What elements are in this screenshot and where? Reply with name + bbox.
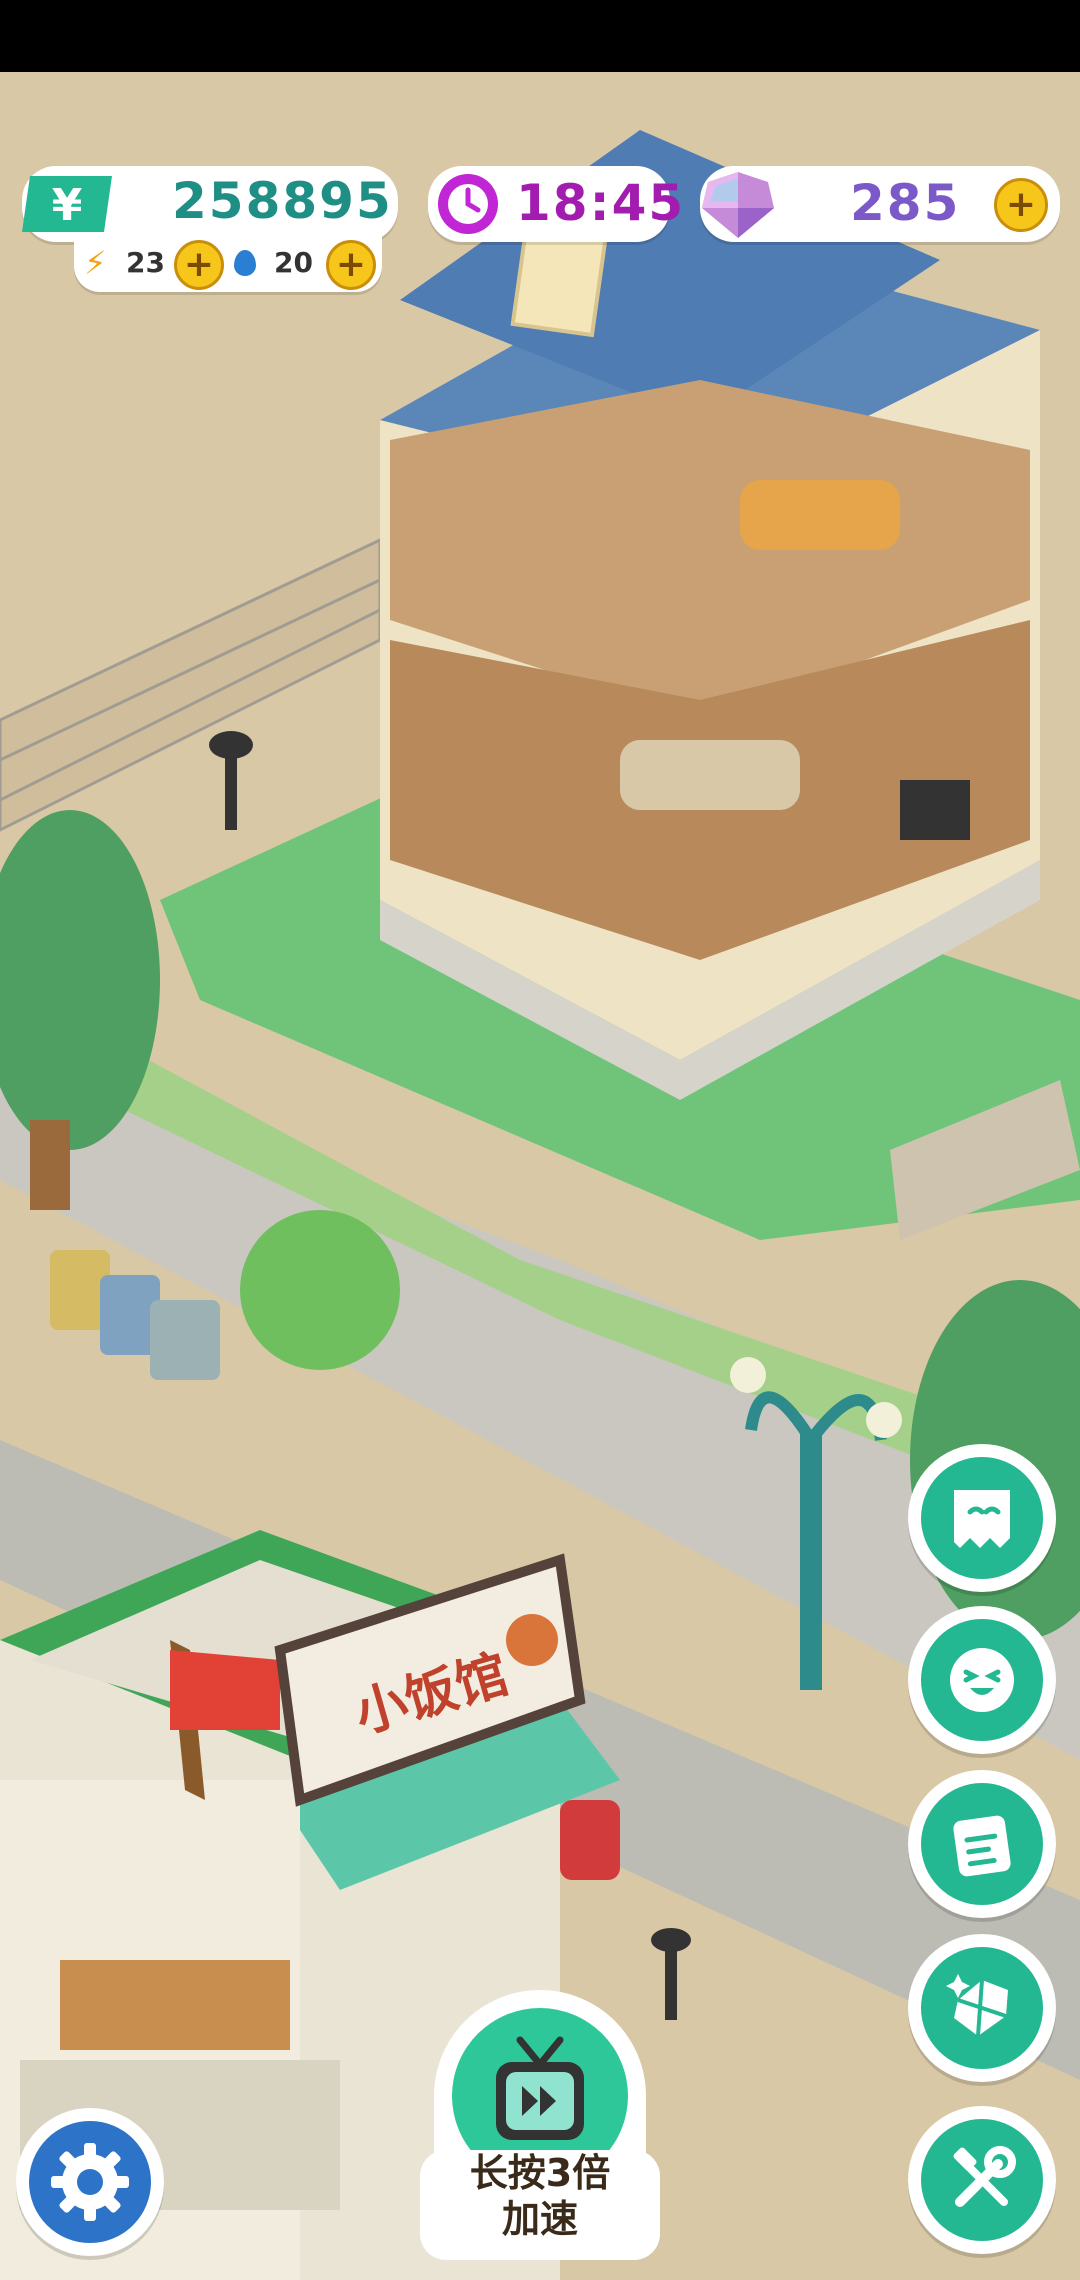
add-energy-button[interactable]: + — [174, 240, 224, 290]
water-value: 20 — [274, 246, 313, 279]
chat-button[interactable] — [908, 1444, 1056, 1592]
money-value: 258895 — [172, 172, 393, 230]
gem-icon — [696, 168, 780, 242]
speed-up-button[interactable]: 长按3倍 加速 — [420, 1990, 660, 2260]
diamond-button[interactable] — [908, 1934, 1056, 2082]
ghost-chat-icon — [954, 1490, 1010, 1548]
game-clock: 18:45 — [428, 166, 683, 242]
water-drop-icon — [234, 250, 256, 276]
add-gems-button[interactable]: + — [994, 178, 1048, 232]
notepad-icon — [953, 1815, 1011, 1877]
energy-value: 23 — [126, 246, 165, 279]
diamond-icon — [946, 1974, 1008, 2037]
money-counter[interactable]: ¥ 258895 — [22, 166, 398, 242]
speed-label-line2: 加速 — [501, 2197, 578, 2241]
clock-icon — [434, 170, 502, 238]
tv-fast-forward-icon — [496, 2036, 584, 2140]
build-button[interactable] — [908, 2106, 1056, 2254]
gem-counter[interactable]: 285 + — [700, 166, 1060, 242]
gear-icon — [51, 2143, 129, 2221]
game-scene — [0, 72, 1080, 2280]
tools-icon — [953, 2146, 1016, 2207]
resource-bar: ⚡ 23 + 20 + — [74, 236, 382, 292]
svg-text:¥: ¥ — [52, 180, 83, 231]
tasks-button[interactable] — [908, 1770, 1056, 1918]
add-water-button[interactable]: + — [326, 240, 376, 290]
yuan-icon: ¥ — [20, 170, 116, 238]
lightning-icon: ⚡ — [84, 244, 107, 282]
speed-label-line1: 长按3倍 — [469, 2151, 611, 2195]
emotion-button[interactable] — [908, 1606, 1056, 1754]
settings-button[interactable] — [16, 2108, 164, 2256]
gem-value: 285 — [850, 174, 961, 232]
emoji-face-icon — [950, 1648, 1014, 1712]
clock-value: 18:45 — [516, 174, 686, 232]
